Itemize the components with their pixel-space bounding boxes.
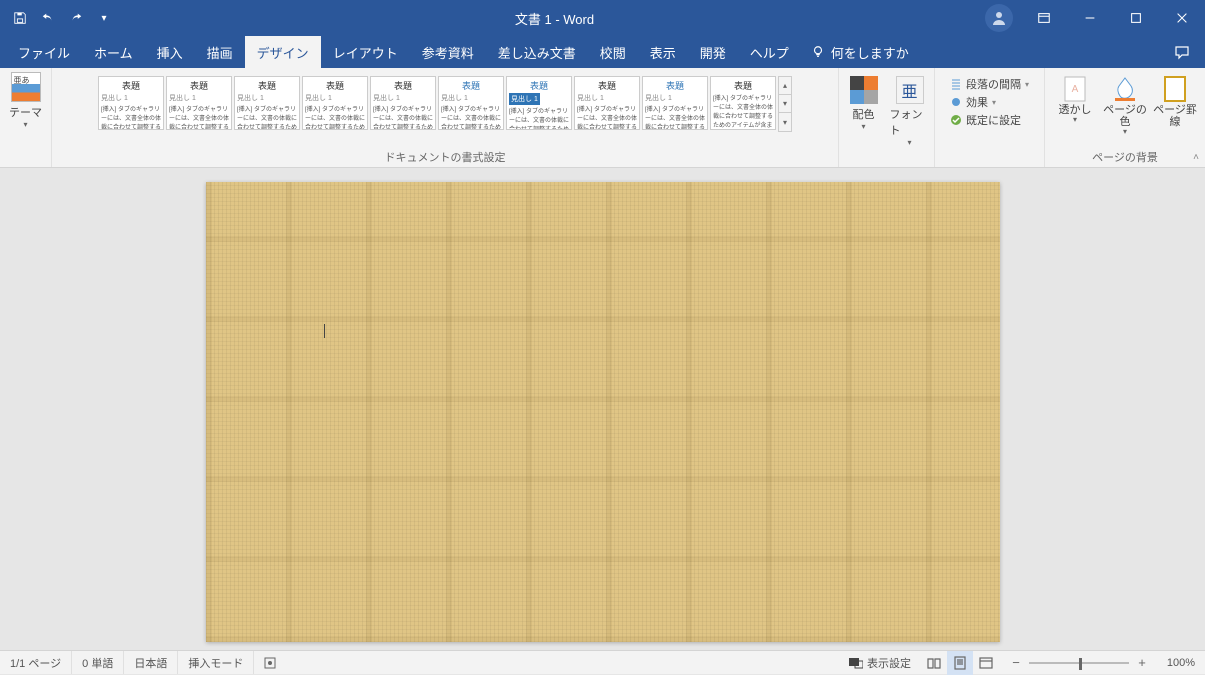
collapse-ribbon-icon[interactable]: ˄ — [1193, 152, 1199, 163]
zoom-out-button[interactable]: − — [1009, 655, 1023, 670]
style-set-item[interactable]: 表題見出し 1[挿入] タブのギャラリーには、文書の体裁に合わせて調整するための… — [234, 76, 300, 130]
account-avatar[interactable] — [985, 4, 1013, 32]
gallery-scroll-down-icon[interactable]: ▾ — [779, 95, 791, 113]
fonts-icon: 亜 — [896, 76, 924, 104]
tab-insert[interactable]: 挿入 — [145, 36, 195, 68]
page-borders-button[interactable]: ページ罫線 — [1152, 76, 1198, 137]
tab-references[interactable]: 参考資料 — [410, 36, 486, 68]
view-print-layout-icon[interactable] — [947, 651, 973, 675]
tab-file[interactable]: ファイル — [6, 36, 82, 68]
tell-me-search[interactable]: 何をしますか — [801, 36, 919, 68]
colors-button[interactable]: 配色 ▾ — [844, 76, 884, 147]
chevron-down-icon: ▾ — [907, 138, 911, 147]
chevron-down-icon: ▾ — [1123, 128, 1127, 137]
paragraph-spacing-icon — [950, 78, 962, 90]
page-color-button[interactable]: ページの色 ▾ — [1102, 76, 1148, 137]
qat-customize-icon[interactable]: ▾ — [92, 6, 116, 30]
chevron-down-icon: ▾ — [1073, 116, 1077, 125]
effects-icon — [950, 96, 962, 108]
redo-icon[interactable] — [64, 6, 88, 30]
close-icon[interactable] — [1159, 0, 1205, 36]
style-set-item[interactable]: 表題見出し 1[挿入] タブのギャラリーには、文書の体裁に合わせて調整するための… — [302, 76, 368, 130]
document-area[interactable] — [0, 168, 1205, 650]
set-default-button[interactable]: 既定に設定 — [950, 112, 1029, 128]
maximize-icon[interactable] — [1113, 0, 1159, 36]
minimize-icon[interactable] — [1067, 0, 1113, 36]
chevron-down-icon: ▾ — [861, 122, 865, 131]
view-web-layout-icon[interactable] — [973, 651, 999, 675]
tab-review[interactable]: 校閲 — [588, 36, 638, 68]
status-word-count[interactable]: 0 単語 — [72, 651, 124, 674]
tab-developer[interactable]: 開発 — [688, 36, 738, 68]
status-page[interactable]: 1/1 ページ — [0, 651, 72, 674]
view-read-mode-icon[interactable] — [921, 651, 947, 675]
fonts-label: フォント — [890, 106, 930, 138]
colors-icon — [850, 76, 878, 104]
window-title: 文書 1 - Word — [124, 9, 985, 28]
zoom-in-button[interactable]: + — [1135, 655, 1149, 670]
checkmark-icon — [950, 114, 962, 126]
style-set-item[interactable]: 表題見出し 1[挿入] タブのギャラリーには、文書の体裁に合わせて調整するための… — [506, 76, 572, 130]
style-set-item[interactable]: 表題見出し 1[挿入] タブのギャラリーには、文書全体の体裁に合わせて調整するた… — [166, 76, 232, 130]
text-cursor — [324, 324, 325, 338]
themes-button[interactable]: テーマ ▾ — [7, 72, 45, 129]
chevron-down-icon: ▾ — [23, 120, 27, 129]
style-set-gallery[interactable]: 表題見出し 1[挿入] タブのギャラリーには、文書全体の体裁に合わせて調整するた… — [98, 72, 776, 132]
fonts-button[interactable]: 亜 フォント ▾ — [890, 76, 930, 147]
lightbulb-icon — [811, 45, 825, 59]
style-set-item[interactable]: 表題見出し 1[挿入] タブのギャラリーには、文書の体裁に合わせて調整するための… — [438, 76, 504, 130]
status-insert-mode[interactable]: 挿入モード — [178, 651, 254, 674]
zoom-slider-thumb[interactable] — [1079, 658, 1082, 670]
style-set-item[interactable]: 表題見出し 1[挿入] タブのギャラリーには、文書全体の体裁に合わせて調整するた… — [574, 76, 640, 130]
style-set-item[interactable]: 表題見出し 1[挿入] タブのギャラリーには、文書全体の体裁に合わせて調整するた… — [98, 76, 164, 130]
zoom-level[interactable]: 100% — [1155, 657, 1195, 669]
watermark-icon: A — [1062, 76, 1088, 102]
tab-layout[interactable]: レイアウト — [321, 36, 410, 68]
style-set-item[interactable]: 表題[挿入] タブのギャラリーには、文書全体の体裁に合わせて調整するためのアイテ… — [710, 76, 776, 130]
undo-icon[interactable] — [36, 6, 60, 30]
ribbon-display-options-icon[interactable] — [1021, 0, 1067, 36]
themes-icon — [11, 72, 41, 102]
svg-text:A: A — [1072, 84, 1079, 95]
themes-label: テーマ — [9, 104, 42, 120]
tab-design[interactable]: デザイン — [245, 36, 321, 68]
status-display-settings[interactable]: 表示設定 — [839, 651, 921, 674]
effects-button[interactable]: 効果 ▾ — [950, 94, 1029, 110]
watermark-button[interactable]: A 透かし ▾ — [1052, 76, 1098, 137]
display-settings-icon — [849, 657, 863, 669]
page-borders-icon — [1162, 76, 1188, 102]
zoom-slider[interactable] — [1029, 662, 1129, 664]
colors-label: 配色 — [853, 106, 875, 122]
style-set-item[interactable]: 表題見出し 1[挿入] タブのギャラリーには、文書全体の体裁に合わせて調整するた… — [642, 76, 708, 130]
save-icon[interactable] — [8, 6, 32, 30]
status-language[interactable]: 日本語 — [124, 651, 178, 674]
page[interactable] — [206, 182, 1000, 642]
group-label-document-formatting: ドキュメントの書式設定 — [52, 149, 838, 165]
page-color-icon — [1112, 76, 1138, 102]
tab-home[interactable]: ホーム — [82, 36, 145, 68]
gallery-more-icon[interactable]: ▾ — [779, 113, 791, 131]
paragraph-spacing-button[interactable]: 段落の間隔 ▾ — [950, 76, 1029, 92]
style-set-item[interactable]: 表題見出し 1[挿入] タブのギャラリーには、文書の体裁に合わせて調整するための… — [370, 76, 436, 130]
tab-draw[interactable]: 描画 — [195, 36, 245, 68]
tell-me-label: 何をしますか — [831, 43, 909, 62]
status-macro-icon[interactable] — [254, 651, 286, 674]
gallery-scroll-up-icon[interactable]: ▴ — [779, 77, 791, 95]
tab-mailings[interactable]: 差し込み文書 — [486, 36, 588, 68]
tab-help[interactable]: ヘルプ — [738, 36, 801, 68]
tab-view[interactable]: 表示 — [638, 36, 688, 68]
group-label-page-background: ページの背景 — [1045, 149, 1205, 165]
comments-icon[interactable] — [1159, 36, 1205, 68]
